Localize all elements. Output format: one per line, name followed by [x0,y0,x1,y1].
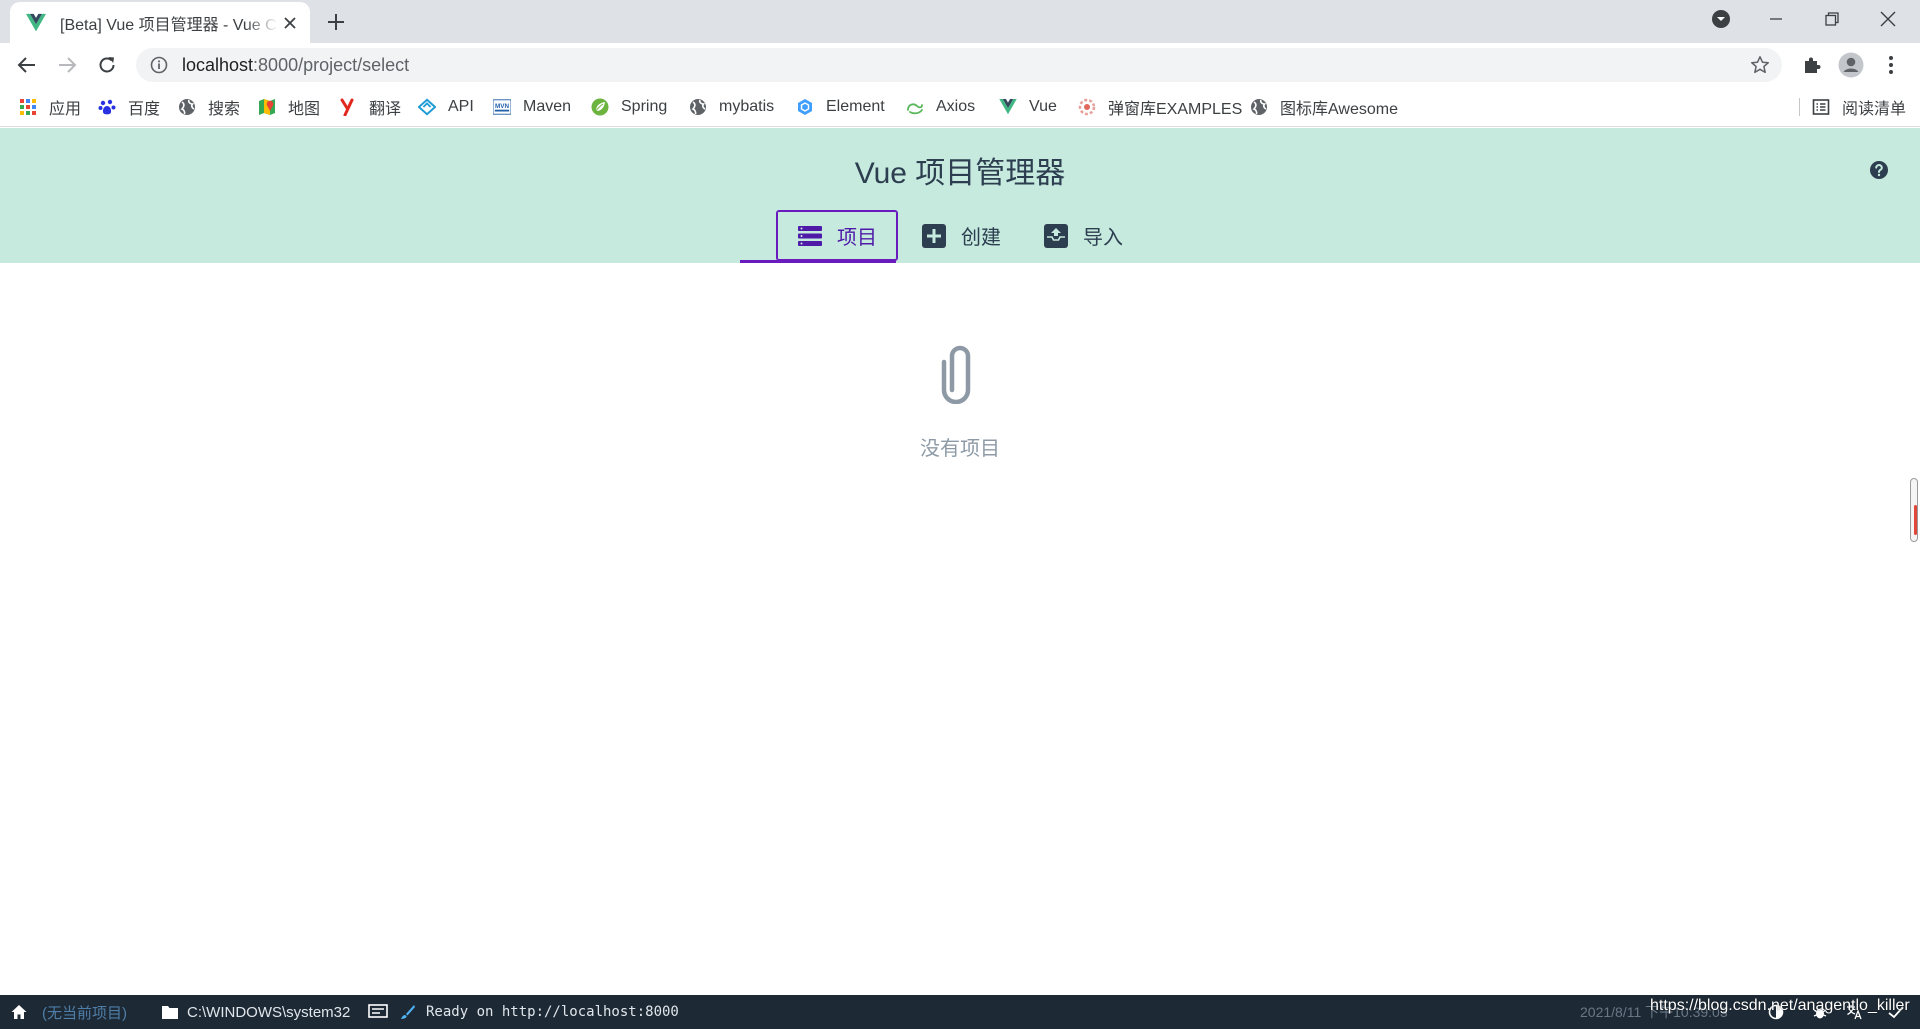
last-log[interactable]: Ready on http://localhost:8000 [400,995,679,1029]
bookmark-star-icon[interactable] [1750,55,1770,75]
page-title: Vue 项目管理器 [854,157,1066,190]
globe-icon [689,98,707,116]
watermark-text: https://blog.csdn.net/anagentlo_killer [1650,997,1910,1014]
bookmark-axios[interactable]: Axios [906,96,975,118]
plus-icon [328,14,344,30]
spring-leaf-icon [591,98,609,116]
avatar-icon [1838,52,1864,78]
app-header: Vue 项目管理器 项目 创建 导入 [0,128,1920,263]
brush-icon [401,1005,415,1019]
close-icon [1880,11,1896,27]
reload-button[interactable] [91,49,123,81]
arrow-right-icon [59,57,77,73]
bookmark-maps[interactable]: 地图 [258,96,320,118]
minimize-button[interactable] [1748,0,1804,38]
address-bar[interactable]: localhost:8000/project/select [136,48,1782,82]
menu-button[interactable] [1875,49,1907,81]
current-project[interactable]: (无当前项目) [42,995,127,1029]
bookmark-icon-lib[interactable]: 图标库Awesome [1250,96,1398,118]
bookmark-search[interactable]: 搜索 [178,96,240,118]
bookmark-maven[interactable]: MVN Maven [493,96,571,118]
log-toggle-button[interactable] [368,995,388,1029]
youdao-icon [339,98,357,116]
status-bar: (无当前项目) C:\WINDOWS\system32 Ready on htt… [0,995,1920,1029]
bookmark-api[interactable]: API [418,96,474,118]
folder-icon [162,1006,178,1019]
api-icon [418,98,436,116]
info-icon[interactable] [150,56,168,74]
apps-grid-icon [19,98,37,116]
browser-tab[interactable]: [Beta] Vue 项目管理器 - Vue CLI [10,2,310,43]
project-tabs: 项目 创建 导入 [740,210,1126,263]
home-icon [11,1005,27,1019]
bookmark-vue[interactable]: Vue [999,96,1057,118]
baidu-paw-icon [98,98,116,116]
maps-icon [258,98,276,116]
bookmark-popup-lib[interactable]: 弹窗库EXAMPLES [1078,96,1242,118]
tab-title: [Beta] Vue 项目管理器 - Vue CLI [60,16,278,34]
list-icon [797,223,823,249]
chevron-down-circle-icon [1712,10,1730,28]
bookmark-apps[interactable]: 应用 [19,96,81,118]
scrollbar-thumb[interactable] [1910,478,1918,542]
forward-button[interactable] [51,49,83,81]
minimize-icon [1770,18,1782,20]
svg-text:MVN: MVN [495,103,509,110]
element-cube-icon [796,98,814,116]
close-tab-icon[interactable] [280,13,300,33]
bookmark-spring[interactable]: Spring [591,96,667,118]
extensions-button[interactable] [1796,49,1828,81]
reading-list-icon [1812,98,1830,116]
empty-state: 没有项目 [0,340,1920,461]
close-window-button[interactable] [1860,0,1916,38]
new-tab-button[interactable] [322,8,350,36]
tab-create[interactable]: 创建 [921,210,1001,261]
bookmarks-bar: 应用 百度 搜索 地图 翻译 API MVN Maven Spring myba… [0,87,1920,127]
empty-message: 没有项目 [920,438,1000,460]
more-vertical-icon [1889,56,1893,74]
globe-icon [178,98,196,116]
scrollbar[interactable] [1908,128,1920,995]
url-text: localhost:8000/project/select [182,54,410,75]
puzzle-icon [1805,57,1821,73]
help-icon[interactable] [1869,160,1889,180]
bookmark-translate[interactable]: 翻译 [339,96,401,118]
import-box-icon [1043,223,1069,249]
cwd-button[interactable]: C:\WINDOWS\system32 [161,995,350,1029]
maven-icon: MVN [493,98,511,116]
plus-box-icon [921,223,947,249]
vue-logo-icon [26,13,46,31]
tab-import[interactable]: 导入 [1043,210,1123,261]
paperclip-icon [941,345,971,404]
restore-button[interactable] [1804,0,1860,38]
browser-tab-strip: [Beta] Vue 项目管理器 - Vue CLI [0,0,1920,43]
reload-icon [99,57,115,73]
bookmark-element[interactable]: Element [796,96,885,118]
globe-icon [1250,98,1268,116]
back-button[interactable] [11,49,43,81]
tab-projects[interactable]: 项目 [776,210,898,261]
bookmarks-divider [1799,98,1800,116]
message-icon [368,1004,388,1018]
axios-icon [906,98,924,116]
vue-logo-icon [999,98,1017,116]
home-button[interactable] [10,995,28,1029]
tab-search-button[interactable] [1693,0,1749,38]
reading-list-button[interactable]: 阅读清单 [1812,96,1906,118]
restore-icon [1825,12,1839,26]
browser-toolbar: localhost:8000/project/select [0,43,1920,87]
profile-button[interactable] [1835,49,1867,81]
bookmark-mybatis[interactable]: mybatis [689,96,774,118]
bookmark-baidu[interactable]: 百度 [98,96,160,118]
popup-lib-icon [1078,98,1096,116]
arrow-left-icon [17,57,35,73]
